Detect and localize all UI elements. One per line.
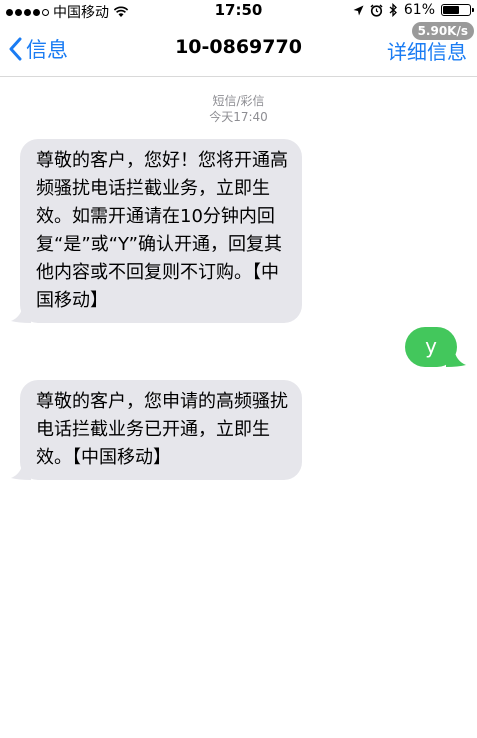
message-line: 效。如需开通请在10分钟内回: [36, 206, 275, 227]
location-arrow-icon: [353, 5, 364, 15]
bubble-tail-icon: [446, 349, 466, 367]
message-line: 尊敬的客户，您好！您将开通高: [36, 150, 288, 171]
battery-fill: [443, 6, 459, 14]
alarm-clock-icon: [370, 3, 383, 17]
message-timestamp: 今天17:40: [209, 110, 268, 124]
details-button[interactable]: 详细信息: [387, 36, 467, 65]
incoming-message-bubble[interactable]: 尊敬的客户，您申请的高频骚扰 电话拦截业务已开通，立即生 效。【中国移动】: [11, 380, 302, 480]
bluetooth-icon: [389, 3, 397, 17]
message-type-label: 短信/彩信: [212, 94, 265, 108]
navigation-bar: 信息 10-0869770 详细信息: [0, 22, 477, 77]
message-line: 复“是”或“Y”确认开通，回复其: [36, 234, 282, 255]
message-line: 他内容或不回复则不订购。【中: [36, 262, 279, 283]
message-line: y: [425, 334, 437, 358]
battery-icon: [441, 4, 474, 16]
outgoing-message-bubble[interactable]: y: [405, 327, 466, 367]
message-line: 电话拦截业务已开通，立即生: [36, 419, 270, 440]
bubble-tail-icon: [11, 462, 31, 480]
incoming-message-bubble[interactable]: 尊敬的客户，您好！您将开通高 频骚扰电话拦截业务，立即生 效。如需开通请在10分…: [11, 139, 302, 323]
message-line: 国移动】: [36, 290, 108, 311]
message-line: 效。【中国移动】: [36, 447, 171, 468]
status-right-group: 61%: [353, 2, 474, 18]
message-line: 尊敬的客户，您申请的高频骚扰: [36, 391, 288, 412]
thread-header: 短信/彩信 今天17:40: [0, 93, 477, 125]
bubble-tail-icon: [11, 305, 31, 323]
message-line: 频骚扰电话拦截业务，立即生: [36, 178, 270, 199]
status-bar: 中国移动 17:50 61%: [0, 0, 477, 22]
battery-percent: 61%: [403, 2, 435, 18]
